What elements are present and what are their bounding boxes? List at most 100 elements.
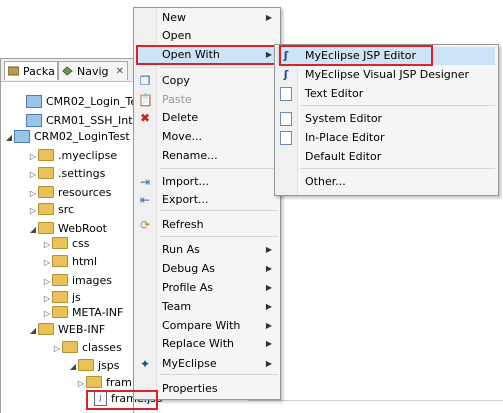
submenu-item-other[interactable]: Other...: [275, 173, 497, 191]
tree-item[interactable]: ◢ CRM02_LoginTest: [4, 128, 130, 146]
paste-icon: 📋: [138, 93, 153, 107]
menu-item-open[interactable]: Open: [134, 27, 280, 45]
tab-navigator[interactable]: Navig ✕: [58, 61, 128, 80]
submenu-item-label: MyEclipse Visual JSP Designer: [305, 68, 470, 81]
document-glyph: [280, 87, 292, 101]
collapsed-arrow-icon[interactable]: ▷: [42, 254, 52, 272]
refresh-icon: ⟳: [139, 218, 151, 232]
submenu-item-in-place-editor[interactable]: In-Place Editor: [275, 129, 497, 147]
folder-icon: [62, 341, 78, 353]
tree-item[interactable]: ▷ html: [42, 253, 97, 271]
menu-item-myeclipse[interactable]: ✦ MyEclipse ▶: [134, 355, 280, 373]
menu-item-label: Run As: [162, 243, 200, 256]
expanded-arrow-icon[interactable]: ◢: [28, 322, 38, 340]
tree-item[interactable]: ▷ images: [42, 272, 112, 290]
menu-item-run-as[interactable]: Run As ▶: [134, 241, 280, 259]
menu-item-properties[interactable]: Properties: [134, 380, 280, 398]
tree-item-label: jsps: [98, 359, 120, 372]
editor-divider: [248, 400, 503, 401]
tree-item[interactable]: ▷ src: [28, 201, 74, 219]
collapsed-arrow-icon[interactable]: ▷: [42, 236, 52, 254]
tree-item-label: META-INF: [72, 306, 124, 319]
system-editor-icon: [279, 112, 293, 126]
menu-item-label: MyEclipse: [162, 357, 217, 370]
tree-item[interactable]: ▷ META-INF: [42, 304, 123, 322]
menu-item-copy[interactable]: ❐ Copy: [134, 72, 280, 90]
tree-item[interactable]: ▷ .myeclipse: [28, 147, 117, 165]
menu-item-rename[interactable]: Rename...: [134, 147, 280, 165]
copy-icon: ❐: [139, 74, 151, 88]
menu-item-delete[interactable]: ✖ Delete: [134, 109, 280, 127]
tree-item[interactable]: ▷ resources: [28, 184, 111, 202]
menu-item-label: Export...: [162, 193, 209, 206]
menu-item-label: Move...: [162, 130, 202, 143]
submenu-arrow-icon: ▶: [265, 283, 272, 292]
tree-item-label: WEB-INF: [58, 323, 106, 336]
menu-item-compare-with[interactable]: Compare With ▶: [134, 317, 280, 335]
folder-icon: [38, 323, 54, 335]
submenu-item-label: Text Editor: [305, 87, 364, 100]
jsp-editor-icon: ʃ: [283, 49, 289, 62]
menu-item-label: Open: [162, 29, 192, 42]
tab-package-explorer-label: Packa: [23, 65, 55, 78]
menu-item-open-with[interactable]: Open With ▶: [134, 46, 280, 64]
expanded-arrow-icon[interactable]: ◢: [28, 221, 38, 239]
tree-item-label: js: [72, 291, 81, 304]
menu-item-refresh[interactable]: ⟳ Refresh: [134, 216, 280, 234]
project-icon: [26, 94, 42, 108]
menu-item-label: Paste: [162, 93, 192, 106]
text-editor-icon: [279, 87, 293, 101]
jsp-file-icon: J: [94, 390, 107, 406]
submenu-item-label: In-Place Editor: [305, 131, 385, 144]
tree-item[interactable]: CMR02_Login_Tes: [16, 93, 143, 111]
navigator-icon: [62, 66, 73, 76]
submenu-arrow-icon: ▶: [265, 245, 272, 254]
collapsed-arrow-icon[interactable]: ▷: [52, 340, 62, 358]
delete-icon: ✖: [139, 111, 151, 125]
submenu-item-text-editor[interactable]: Text Editor: [275, 85, 497, 103]
folder-icon: [38, 186, 54, 198]
folder-icon: [52, 306, 68, 318]
menu-item-paste: 📋 Paste: [134, 91, 280, 109]
submenu-item-myeclipse-jsp-editor[interactable]: ʃ MyEclipse JSP Editor: [275, 47, 497, 65]
menu-item-label: Rename...: [162, 149, 218, 162]
in-place-editor-icon: [279, 131, 293, 145]
menu-item-new[interactable]: New ▶: [134, 9, 280, 27]
project-icon: [26, 113, 42, 127]
menu-item-profile-as[interactable]: Profile As ▶: [134, 279, 280, 297]
visual-jsp-designer-icon: ʃ: [283, 68, 289, 81]
tab-package-explorer[interactable]: Packa: [4, 61, 58, 80]
tree-item-label: images: [72, 274, 112, 287]
menu-item-debug-as[interactable]: Debug As ▶: [134, 260, 280, 278]
submenu-item-system-editor[interactable]: System Editor: [275, 110, 497, 128]
menu-item-move[interactable]: Move...: [134, 128, 280, 146]
folder-icon: [78, 359, 94, 371]
tree-item[interactable]: ◢ jsps: [68, 357, 120, 375]
tree-item[interactable]: ▷ classes: [52, 339, 122, 357]
menu-item-replace-with[interactable]: Replace With ▶: [134, 335, 280, 353]
menu-item-label: Replace With: [162, 337, 234, 350]
close-icon[interactable]: ✕: [116, 62, 124, 81]
tree-item-label: css: [72, 237, 90, 250]
submenu-item-default-editor[interactable]: Default Editor: [275, 148, 497, 166]
tree-item[interactable]: ▷ .settings: [28, 165, 105, 183]
project-icon: [14, 129, 30, 143]
export-icon: ⇤: [139, 193, 151, 207]
tree-item[interactable]: ◢ WEB-INF: [28, 321, 105, 339]
menu-item-team[interactable]: Team ▶: [134, 298, 280, 316]
tab-navigator-label: Navig: [77, 65, 109, 78]
folder-icon: [38, 167, 54, 179]
menu-item-label: New: [162, 11, 186, 24]
folder-icon: [38, 149, 54, 161]
collapsed-arrow-icon[interactable]: ▷: [28, 148, 38, 166]
menu-item-export[interactable]: ⇤ Export...: [134, 191, 280, 209]
collapsed-arrow-icon[interactable]: ▷: [28, 202, 38, 220]
tree-item-label: WebRoot: [58, 222, 107, 235]
submenu-item-myeclipse-visual-jsp-designer[interactable]: ʃ MyEclipse Visual JSP Designer: [275, 66, 497, 84]
submenu-item-label: System Editor: [305, 112, 383, 125]
expanded-arrow-icon[interactable]: ◢: [4, 129, 14, 147]
menu-item-label: Delete: [162, 111, 199, 124]
menu-item-import[interactable]: ⇥ Import...: [134, 173, 280, 191]
tree-item[interactable]: ▷ css: [42, 235, 90, 253]
collapsed-arrow-icon[interactable]: ▷: [28, 166, 38, 184]
